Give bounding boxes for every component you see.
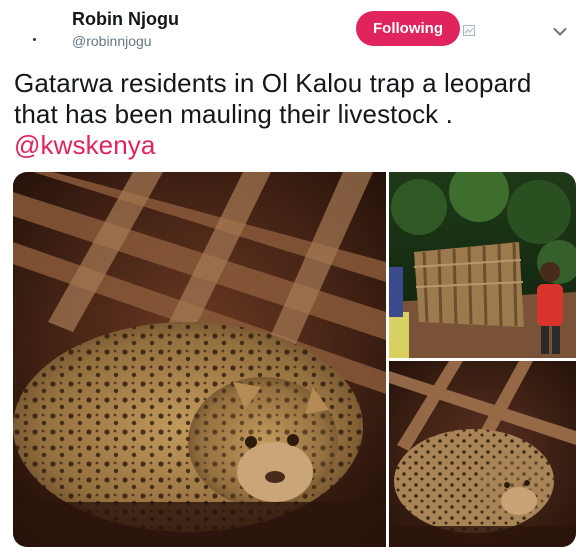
- tweet-text: Gatarwa residents in Ol Kalou trap a leo…: [14, 68, 579, 161]
- tweet-header: Robin Njogu @robinnjogu Following: [0, 0, 587, 62]
- leopard-closeup-photo[interactable]: [389, 361, 576, 547]
- tweet-card: Robin Njogu @robinnjogu Following Gatarw…: [0, 0, 587, 558]
- author-handle[interactable]: @robinnjogu: [72, 33, 152, 49]
- verified-badge-placeholder-icon: [463, 23, 475, 36]
- chevron-down-icon[interactable]: [553, 24, 567, 36]
- wooden-trap-crowd-photo[interactable]: [389, 172, 576, 358]
- author-name[interactable]: Robin Njogu: [72, 9, 179, 30]
- mention-link[interactable]: @kwskenya: [14, 130, 155, 160]
- media-grid: [13, 172, 576, 547]
- avatar[interactable]: [14, 10, 56, 52]
- tweet-body: Gatarwa residents in Ol Kalou trap a leo…: [14, 68, 532, 129]
- leopard-in-cage-photo[interactable]: [13, 172, 386, 547]
- following-button[interactable]: Following: [356, 11, 460, 46]
